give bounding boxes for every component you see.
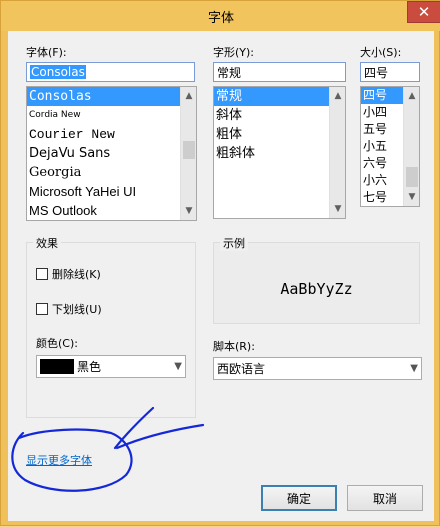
scroll-up-icon[interactable]: ▲ [404,88,419,104]
scroll-up-icon[interactable]: ▲ [330,88,345,104]
list-item[interactable]: 斜体 [214,106,345,125]
strikeout-option[interactable]: 删除线(K) [36,266,101,282]
cancel-button[interactable]: 取消 [347,485,423,511]
scroll-down-icon[interactable]: ▼ [404,189,419,205]
scroll-thumb[interactable] [406,167,418,187]
style-list-scrollbar[interactable]: ▲ ▼ [329,87,345,218]
color-value: 黑色 [77,360,102,374]
chevron-down-icon[interactable]: ▼ [410,358,418,379]
size-input-text: 四号 [364,65,389,80]
scroll-down-icon[interactable]: ▼ [330,201,345,217]
list-item[interactable]: Consolas [27,87,196,106]
strikeout-label: 删除线(K) [52,268,101,281]
sample-group: 示例 AaBbYyZz [213,235,420,324]
sample-title: 示例 [220,235,248,251]
color-label: 颜色(C): [36,337,78,350]
dialog-body: 字体(F): Consolas Consolas Cordia New Courie… [8,31,434,521]
sample-preview: AaBbYyZz [280,280,353,298]
font-list-scrollbar[interactable]: ▲ ▼ [180,87,196,220]
underline-label: 下划线(U) [52,303,102,316]
list-item[interactable]: DejaVu Sans [27,144,196,163]
ok-button[interactable]: 确定 [261,485,337,511]
list-item[interactable]: Georgia [27,163,196,182]
font-listbox[interactable]: Consolas Cordia New Courier New DejaVu Sans… [26,86,197,221]
size-label: 大小(S): [360,46,402,59]
style-label: 字形(Y): [213,46,255,59]
title-bar: 字体 ✕ [1,1,440,31]
style-input-text: 常规 [217,65,242,80]
chevron-down-icon[interactable]: ▼ [174,356,182,377]
color-select[interactable]: 黑色 ▼ [36,355,186,378]
show-more-fonts-link[interactable]: 显示更多字体 [26,452,92,468]
list-item[interactable]: 粗斜体 [214,144,345,163]
effects-group: 效果 删除线(K) 下划线(U) 颜色(C): 黑色 ▼ [26,235,196,418]
font-dialog: 字体 ✕ 字体(F): Consolas Consolas Cordia New C… [0,0,440,526]
script-label: 脚本(R): [213,340,255,353]
style-input[interactable]: 常规 [213,62,346,82]
underline-option[interactable]: 下划线(U) [36,301,102,317]
scroll-down-icon[interactable]: ▼ [181,203,196,219]
size-list-scrollbar[interactable]: ▲ ▼ [403,87,419,206]
list-item[interactable]: MS Outlook [27,201,196,220]
dialog-title: 字体 [207,11,234,26]
style-listbox[interactable]: 常规 斜体 粗体 粗斜体 ▲ ▼ [213,86,346,219]
script-select[interactable]: 西欧语言 ▼ [213,357,422,380]
list-item[interactable]: Courier New [27,125,196,144]
list-item[interactable]: Cordia New [27,106,196,125]
list-item[interactable]: Microsoft YaHei UI [27,182,196,201]
size-input[interactable]: 四号 [360,62,420,82]
effects-title: 效果 [33,235,61,251]
script-value: 西欧语言 [217,362,266,376]
close-icon: ✕ [417,2,431,21]
color-swatch [40,359,74,374]
size-listbox[interactable]: 四号 小四 五号 小五 六号 小六 七号 ▲ ▼ [360,86,420,207]
close-button[interactable]: ✕ [407,1,440,23]
strikeout-checkbox[interactable] [36,268,48,280]
font-input-text: Consolas [30,65,86,79]
font-input[interactable]: Consolas [26,62,195,82]
list-item[interactable]: 粗体 [214,125,345,144]
list-item[interactable]: 常规 [214,87,345,106]
underline-checkbox[interactable] [36,303,48,315]
font-label: 字体(F): [26,46,67,59]
scroll-thumb[interactable] [183,141,195,159]
scroll-up-icon[interactable]: ▲ [181,88,196,104]
